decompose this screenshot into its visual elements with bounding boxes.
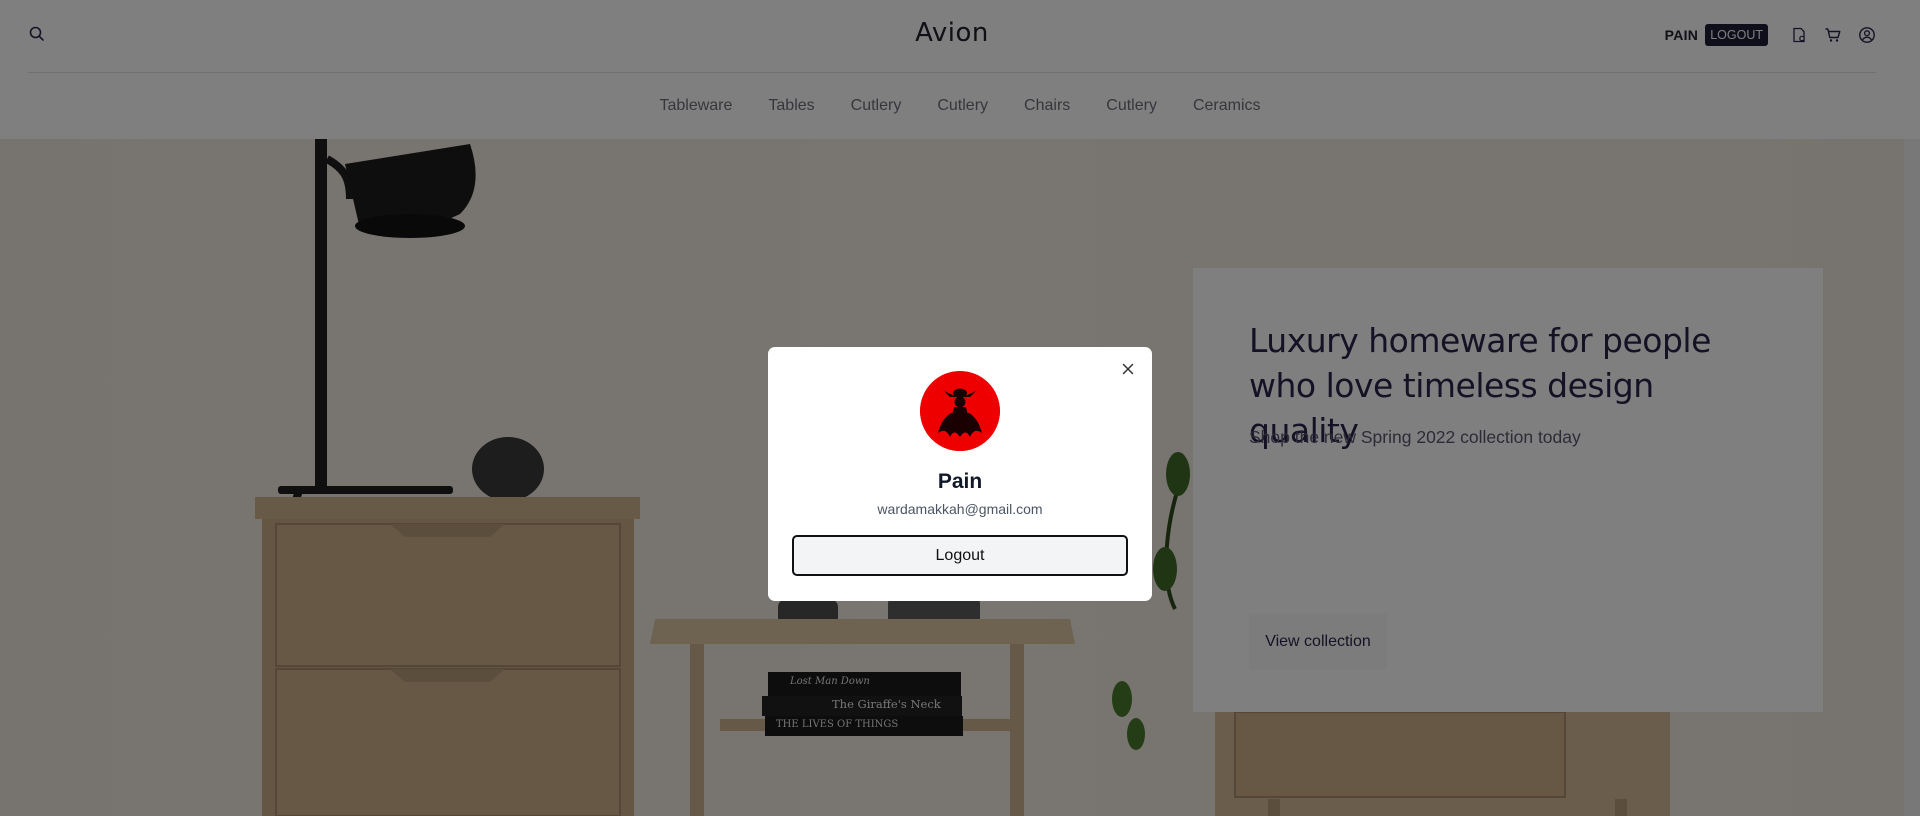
avatar	[920, 371, 1000, 451]
bat-figure-icon	[920, 371, 1000, 451]
close-icon[interactable]	[1120, 361, 1136, 377]
profile-modal: Pain wardamakkah@gmail.com Logout	[768, 347, 1152, 601]
modal-user-email: wardamakkah@gmail.com	[877, 501, 1043, 517]
modal-user-name: Pain	[937, 470, 983, 493]
modal-logout-button[interactable]: Logout	[792, 535, 1128, 576]
